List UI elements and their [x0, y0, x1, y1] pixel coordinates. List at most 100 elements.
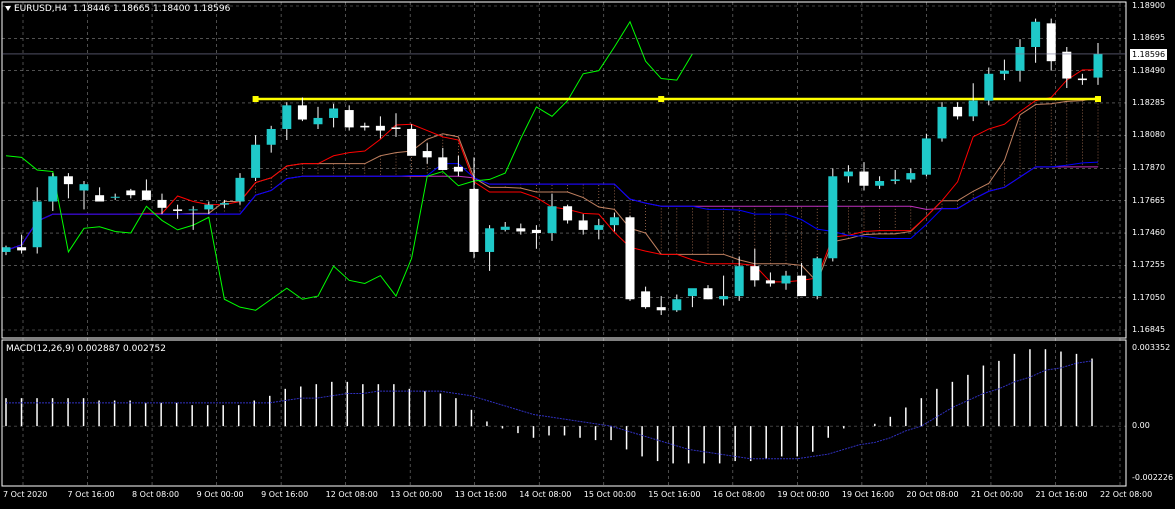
candle-body	[219, 203, 229, 205]
candle-body	[843, 171, 853, 177]
time-tick-label: 19 Oct 16:00	[841, 490, 895, 499]
chart-frames	[1, 1, 1127, 487]
candle-body	[578, 220, 588, 230]
current-price-tag: 1.18596	[1130, 48, 1168, 60]
time-tick-label: 13 Oct 00:00	[390, 490, 443, 499]
price-tick-label: 1.17870	[1132, 163, 1166, 173]
candle-body	[344, 110, 354, 128]
macd-tick-label: -0.002226	[1132, 473, 1174, 482]
candle-body	[251, 144, 261, 178]
price-tick-label: 1.16845	[1132, 325, 1166, 334]
time-tick-label: 15 Oct 00:00	[583, 490, 636, 499]
candle-body	[687, 288, 697, 297]
candle-body	[672, 299, 682, 311]
candle-body	[531, 229, 541, 234]
candle-body	[797, 275, 807, 297]
candle-body	[1077, 78, 1087, 81]
price-tick-label: 1.18080	[1132, 130, 1166, 140]
candle-body	[407, 128, 417, 156]
candle-body	[329, 108, 339, 118]
macd-frame	[1, 339, 1127, 487]
candle-body	[157, 199, 167, 208]
ichimoku-cloud	[192, 97, 1099, 282]
candle-body	[110, 196, 120, 198]
price-tick-label: 1.17255	[1132, 260, 1166, 270]
candle-body	[921, 138, 931, 175]
time-tick-label: 21 Oct 00:00	[970, 490, 1024, 499]
candle-body	[563, 206, 573, 221]
ohlc-label: 1.18446 1.18665 1.18400 1.18596	[72, 4, 231, 14]
candle-body	[890, 179, 900, 182]
main-chart-frame	[1, 1, 1127, 339]
price-tick-label: 1.17665	[1132, 195, 1166, 205]
candle-body	[391, 127, 401, 129]
candle-body	[204, 204, 214, 210]
candle-body	[594, 225, 604, 230]
candle-body	[126, 190, 136, 196]
candle-body	[953, 106, 963, 117]
candle-body	[641, 291, 651, 308]
candle-body	[906, 173, 916, 180]
candle-body	[859, 171, 869, 186]
candle-body	[188, 209, 198, 211]
candle-body	[266, 128, 276, 145]
candle-body	[235, 177, 245, 202]
candle-body	[875, 181, 885, 186]
candles	[1, 18, 1103, 316]
symbol-label: EURUSD,H4	[14, 4, 68, 14]
candle-body	[984, 73, 994, 101]
macd-label: MACD(12,26,9) 0.002887 0.002752	[6, 344, 166, 354]
candle-body	[734, 266, 744, 297]
candle-body	[625, 217, 635, 300]
candle-body	[141, 190, 151, 200]
time-tick-label: 9 Oct 00:00	[196, 490, 244, 499]
support-line-handle	[658, 96, 665, 103]
senkou-span-a	[5, 96, 1099, 283]
time-tick-label: 15 Oct 16:00	[648, 490, 701, 499]
dropdown-triangle-icon[interactable]	[5, 6, 11, 11]
price-tick-label: 1.18695	[1132, 33, 1166, 43]
candle-body	[375, 125, 385, 131]
candle-body	[516, 228, 526, 232]
candle-body	[313, 117, 323, 125]
macd-signal-line	[6, 360, 1093, 460]
candle-body	[1046, 23, 1056, 62]
candle-body	[422, 151, 432, 158]
candle-body	[609, 217, 619, 226]
candle-body	[453, 166, 463, 172]
candle-body	[828, 176, 838, 259]
candle-body	[968, 100, 978, 117]
time-tick-label: 8 Oct 08:00	[132, 490, 180, 499]
candle-body	[360, 125, 370, 128]
candle-body	[1, 247, 11, 252]
time-tick-label: 12 Oct 08:00	[325, 490, 378, 499]
chart-canvas[interactable]	[0, 0, 1175, 509]
price-tick-label: 1.18900	[1132, 1, 1166, 10]
time-tick-label: 9 Oct 16:00	[261, 490, 309, 499]
candle-body	[485, 228, 495, 252]
time-tick-label: 21 Oct 16:00	[1035, 490, 1088, 499]
candle-body	[282, 105, 292, 129]
candle-body	[500, 226, 510, 230]
time-tick-label: 20 Oct 08:00	[906, 490, 959, 499]
candle-body	[48, 176, 58, 202]
time-tick-label: 7 Oct 16:00	[67, 490, 115, 499]
candle-body	[173, 209, 183, 211]
candle-body	[79, 184, 89, 191]
indicator-lines	[5, 20, 1101, 311]
time-tick-label: 13 Oct 16:00	[454, 490, 507, 499]
grid-lines	[2, 2, 1126, 486]
candle-body	[999, 70, 1009, 74]
time-tick-label: 19 Oct 00:00	[777, 490, 830, 499]
time-tick-label: 7 Oct 2020	[3, 490, 48, 499]
price-tick-label: 1.18490	[1132, 65, 1166, 75]
candle-body	[297, 105, 307, 120]
candle-body	[1062, 51, 1072, 79]
tenkan-sen	[5, 69, 1098, 283]
time-tick-label: 16 Oct 08:00	[712, 490, 765, 499]
support-line-handle	[1095, 96, 1101, 103]
candle-body	[1031, 21, 1041, 47]
macd-tick-label: 0.003352	[1132, 343, 1171, 352]
candle-body	[438, 157, 448, 170]
candle-body	[765, 280, 775, 284]
